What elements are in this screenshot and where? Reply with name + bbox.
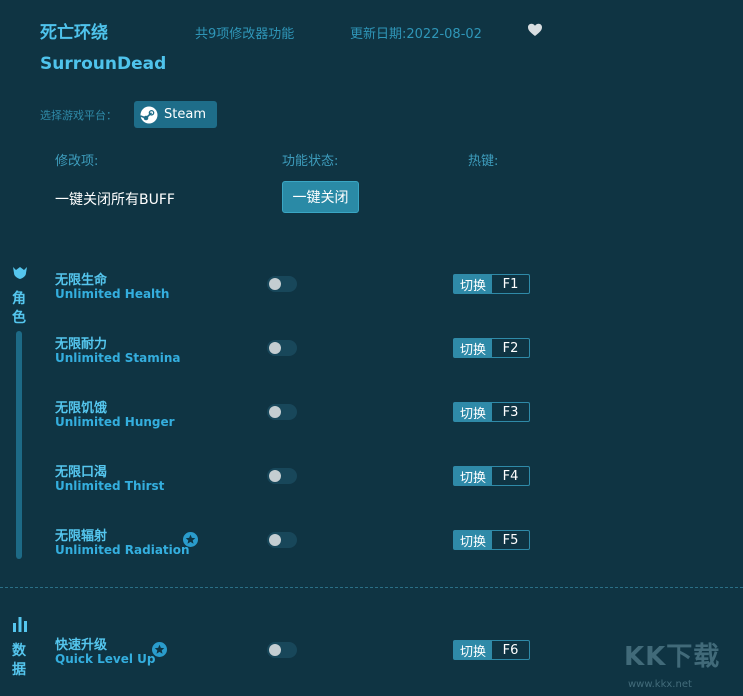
hotkey-switch-label: 切换 [454, 641, 492, 660]
hotkey-f1[interactable]: 切换 F1 [453, 274, 530, 294]
steam-platform-button[interactable]: Steam [134, 101, 217, 128]
toggle-knob [269, 278, 281, 290]
feature-count: 共9项修改器功能 [195, 27, 295, 42]
cheat-toggle[interactable] [267, 276, 297, 292]
hotkey-f6[interactable]: 切换 F6 [453, 640, 530, 660]
cheat-name-en: Unlimited Health [55, 287, 170, 301]
hotkey-switch-label: 切换 [454, 467, 492, 486]
cheat-name-cn: 无限耐力 [55, 337, 108, 352]
close-all-buff-button[interactable]: 一键关闭 [282, 181, 359, 213]
toggle-knob [269, 534, 281, 546]
hotkey-switch-label: 切换 [454, 339, 492, 358]
cheat-toggle[interactable] [267, 340, 297, 356]
game-title-cn: 死亡环绕 [40, 23, 108, 43]
cheat-name-cn: 无限生命 [55, 273, 108, 288]
heart-icon[interactable] [527, 22, 543, 38]
hotkey-f2[interactable]: 切换 F2 [453, 338, 530, 358]
buff-label: 一键关闭所有BUFF [55, 192, 175, 208]
cheat-name-en: Unlimited Stamina [55, 351, 181, 365]
hotkey-key: F1 [502, 276, 519, 292]
steam-icon [140, 106, 158, 124]
cheat-name-en: Unlimited Radiation [55, 543, 190, 557]
section-label-character: 角色 [12, 291, 26, 326]
watermark-url: www.kkx.net [628, 679, 692, 690]
steam-button-label: Steam [164, 107, 206, 122]
cheat-toggle[interactable] [267, 642, 297, 658]
hotkey-key: F4 [502, 468, 519, 484]
platform-label: 选择游戏平台： [40, 109, 117, 122]
cheat-toggle[interactable] [267, 468, 297, 484]
toggle-knob [269, 470, 281, 482]
character-icon [11, 264, 29, 282]
game-title-en: SurrounDead [40, 54, 167, 74]
hotkey-key: F3 [502, 404, 519, 420]
watermark-logo: KK下载 [624, 642, 721, 672]
star-icon [152, 642, 167, 657]
cheat-name-en: Unlimited Hunger [55, 415, 175, 429]
section-scrollbar-character[interactable] [16, 331, 22, 559]
hotkey-switch-label: 切换 [454, 531, 492, 550]
stats-icon [11, 615, 29, 633]
update-date: 更新日期:2022-08-02 [350, 27, 482, 42]
cheat-name-en: Quick Level Up [55, 652, 156, 666]
hotkey-f5[interactable]: 切换 F5 [453, 530, 530, 550]
column-header-hotkey: 热键: [468, 154, 499, 169]
hotkey-f4[interactable]: 切换 F4 [453, 466, 530, 486]
hotkey-switch-label: 切换 [454, 403, 492, 422]
section-divider [0, 587, 743, 588]
hotkey-key: F5 [502, 532, 519, 548]
cheat-toggle[interactable] [267, 532, 297, 548]
hotkey-f3[interactable]: 切换 F3 [453, 402, 530, 422]
toggle-knob [269, 406, 281, 418]
toggle-knob [269, 342, 281, 354]
toggle-knob [269, 644, 281, 656]
cheat-name-cn: 无限口渴 [55, 465, 108, 480]
hotkey-key: F6 [502, 642, 519, 658]
star-icon [183, 532, 198, 547]
hotkey-key: F2 [502, 340, 519, 356]
cheat-toggle[interactable] [267, 404, 297, 420]
section-label-stats: 数据 [12, 643, 26, 678]
cheat-name-cn: 无限辐射 [55, 529, 108, 544]
hotkey-switch-label: 切换 [454, 275, 492, 294]
cheat-name-cn: 无限饥饿 [55, 401, 108, 416]
column-header-mod: 修改项: [55, 154, 99, 169]
column-header-state: 功能状态: [282, 154, 339, 169]
cheat-name-en: Unlimited Thirst [55, 479, 165, 493]
cheat-name-cn: 快速升级 [55, 638, 108, 653]
